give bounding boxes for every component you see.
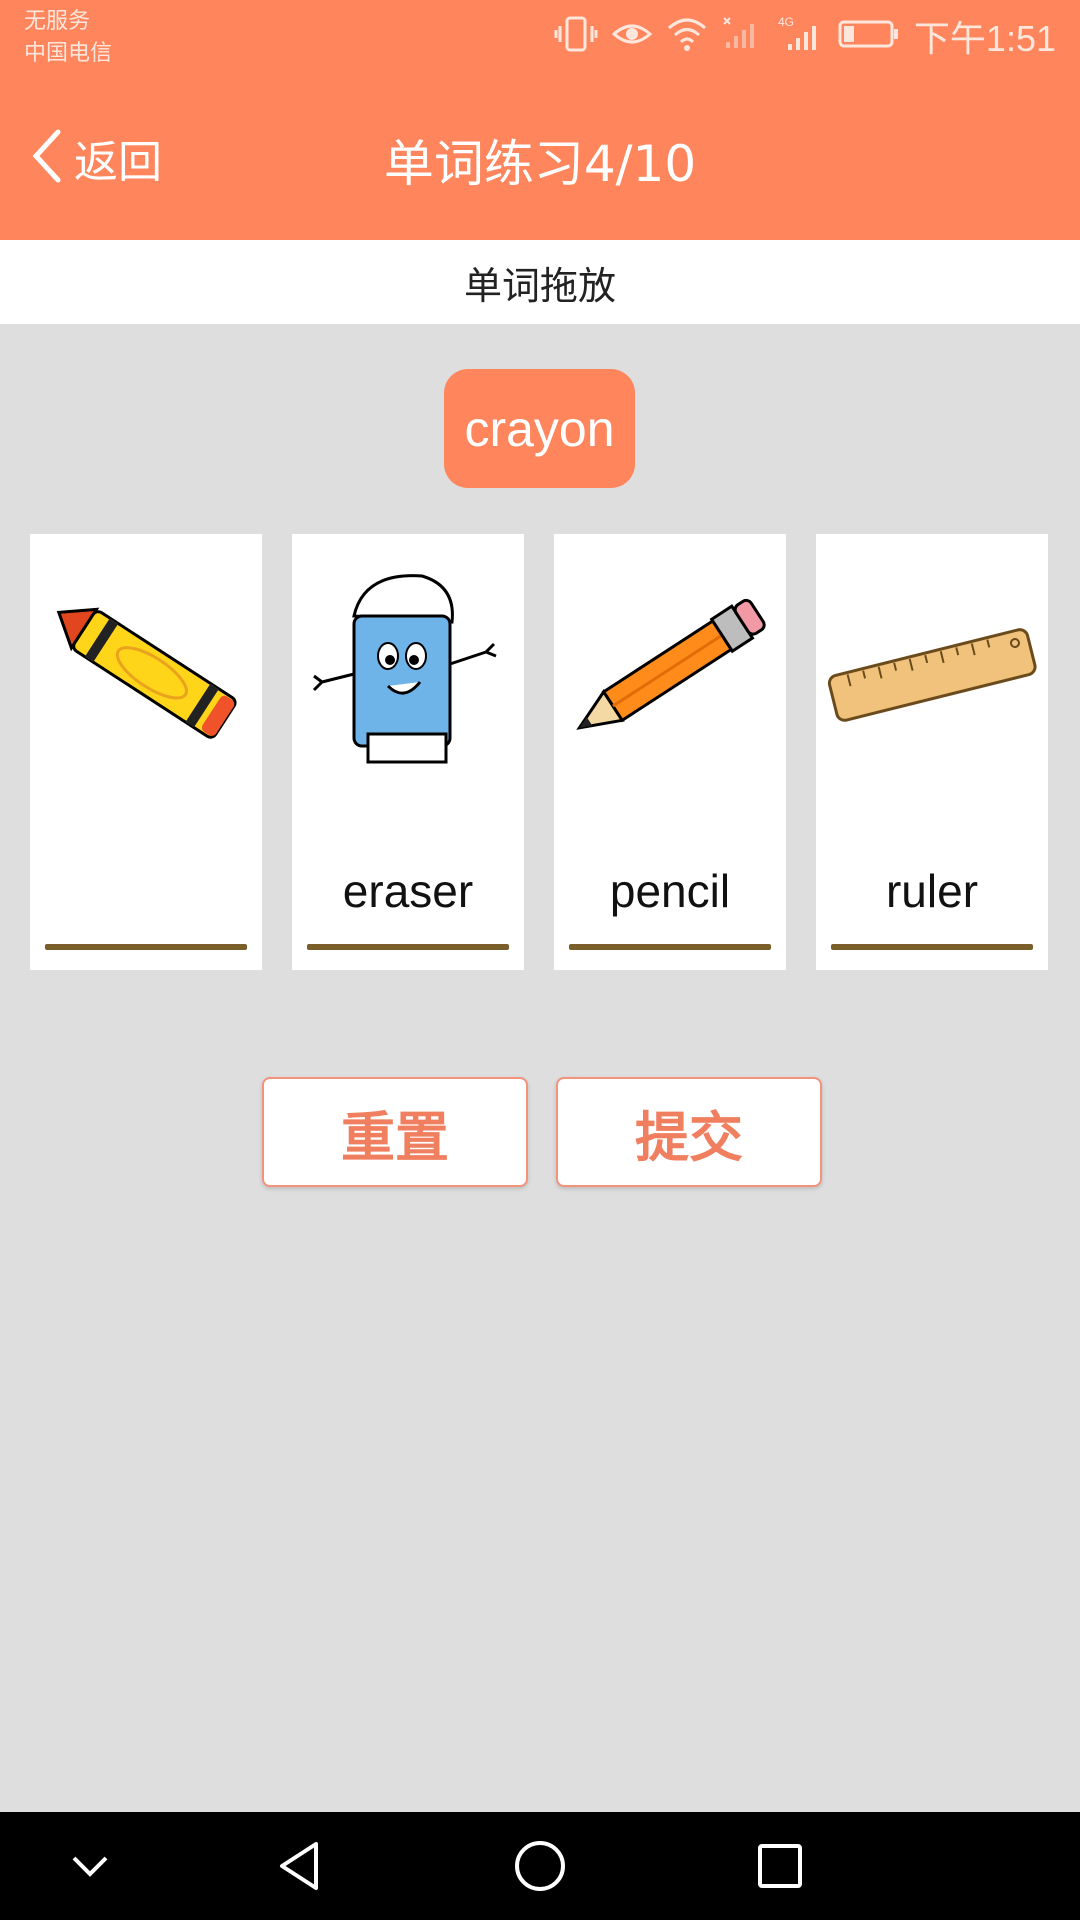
app-header: 无服务 中国电信 4G 下午1:51 返回 单词练习4/10	[0, 0, 1080, 240]
signal-4g-icon: 4G	[776, 14, 824, 58]
wifi-icon	[666, 16, 708, 56]
eraser-image	[292, 564, 524, 774]
page-title: 单词练习4/10	[383, 135, 697, 193]
exercise-type-label: 单词拖放	[463, 263, 616, 308]
system-navigation-bar	[0, 1812, 1080, 1920]
back-triangle-icon[interactable]	[260, 1832, 340, 1900]
signal-empty-icon	[722, 14, 762, 58]
card-crayon[interactable]	[30, 534, 262, 970]
collapse-icon[interactable]	[50, 1832, 130, 1900]
card-answer-eraser: eraser	[342, 865, 474, 917]
card-answer-pencil: pencil	[609, 865, 731, 917]
pencil-image	[554, 564, 786, 774]
carrier-info: 无服务 中国电信	[24, 6, 112, 70]
status-icons: 4G 下午1:51	[554, 12, 1056, 60]
drop-slot-line[interactable]	[307, 944, 509, 950]
recents-square-icon[interactable]	[740, 1832, 820, 1900]
carrier-line2: 中国电信	[24, 41, 113, 66]
exercise-type-bar: 单词拖放	[0, 240, 1080, 324]
draggable-word-chip[interactable]: crayon	[444, 369, 635, 488]
ruler-image	[816, 564, 1048, 774]
card-eraser[interactable]: eraser	[292, 534, 524, 970]
battery-icon	[838, 18, 900, 54]
drop-slot-line[interactable]	[45, 944, 247, 950]
status-time: 下午1:51	[913, 18, 1056, 59]
submit-button[interactable]: 提交	[556, 1077, 822, 1187]
crayon-image	[30, 564, 262, 774]
drop-slot-line[interactable]	[569, 944, 771, 950]
eye-icon	[611, 16, 653, 56]
svg-text:4G: 4G	[778, 15, 794, 29]
card-ruler[interactable]: ruler	[816, 534, 1048, 970]
home-circle-icon[interactable]	[500, 1832, 580, 1900]
carrier-line1: 无服务	[24, 9, 91, 34]
drop-slot-line[interactable]	[831, 944, 1033, 950]
picture-cards: eraser pencil ruler	[30, 534, 1050, 970]
card-answer-ruler: ruler	[885, 865, 979, 917]
card-pencil[interactable]: pencil	[554, 534, 786, 970]
vibrate-icon	[554, 14, 598, 58]
reset-button[interactable]: 重置	[262, 1077, 528, 1187]
